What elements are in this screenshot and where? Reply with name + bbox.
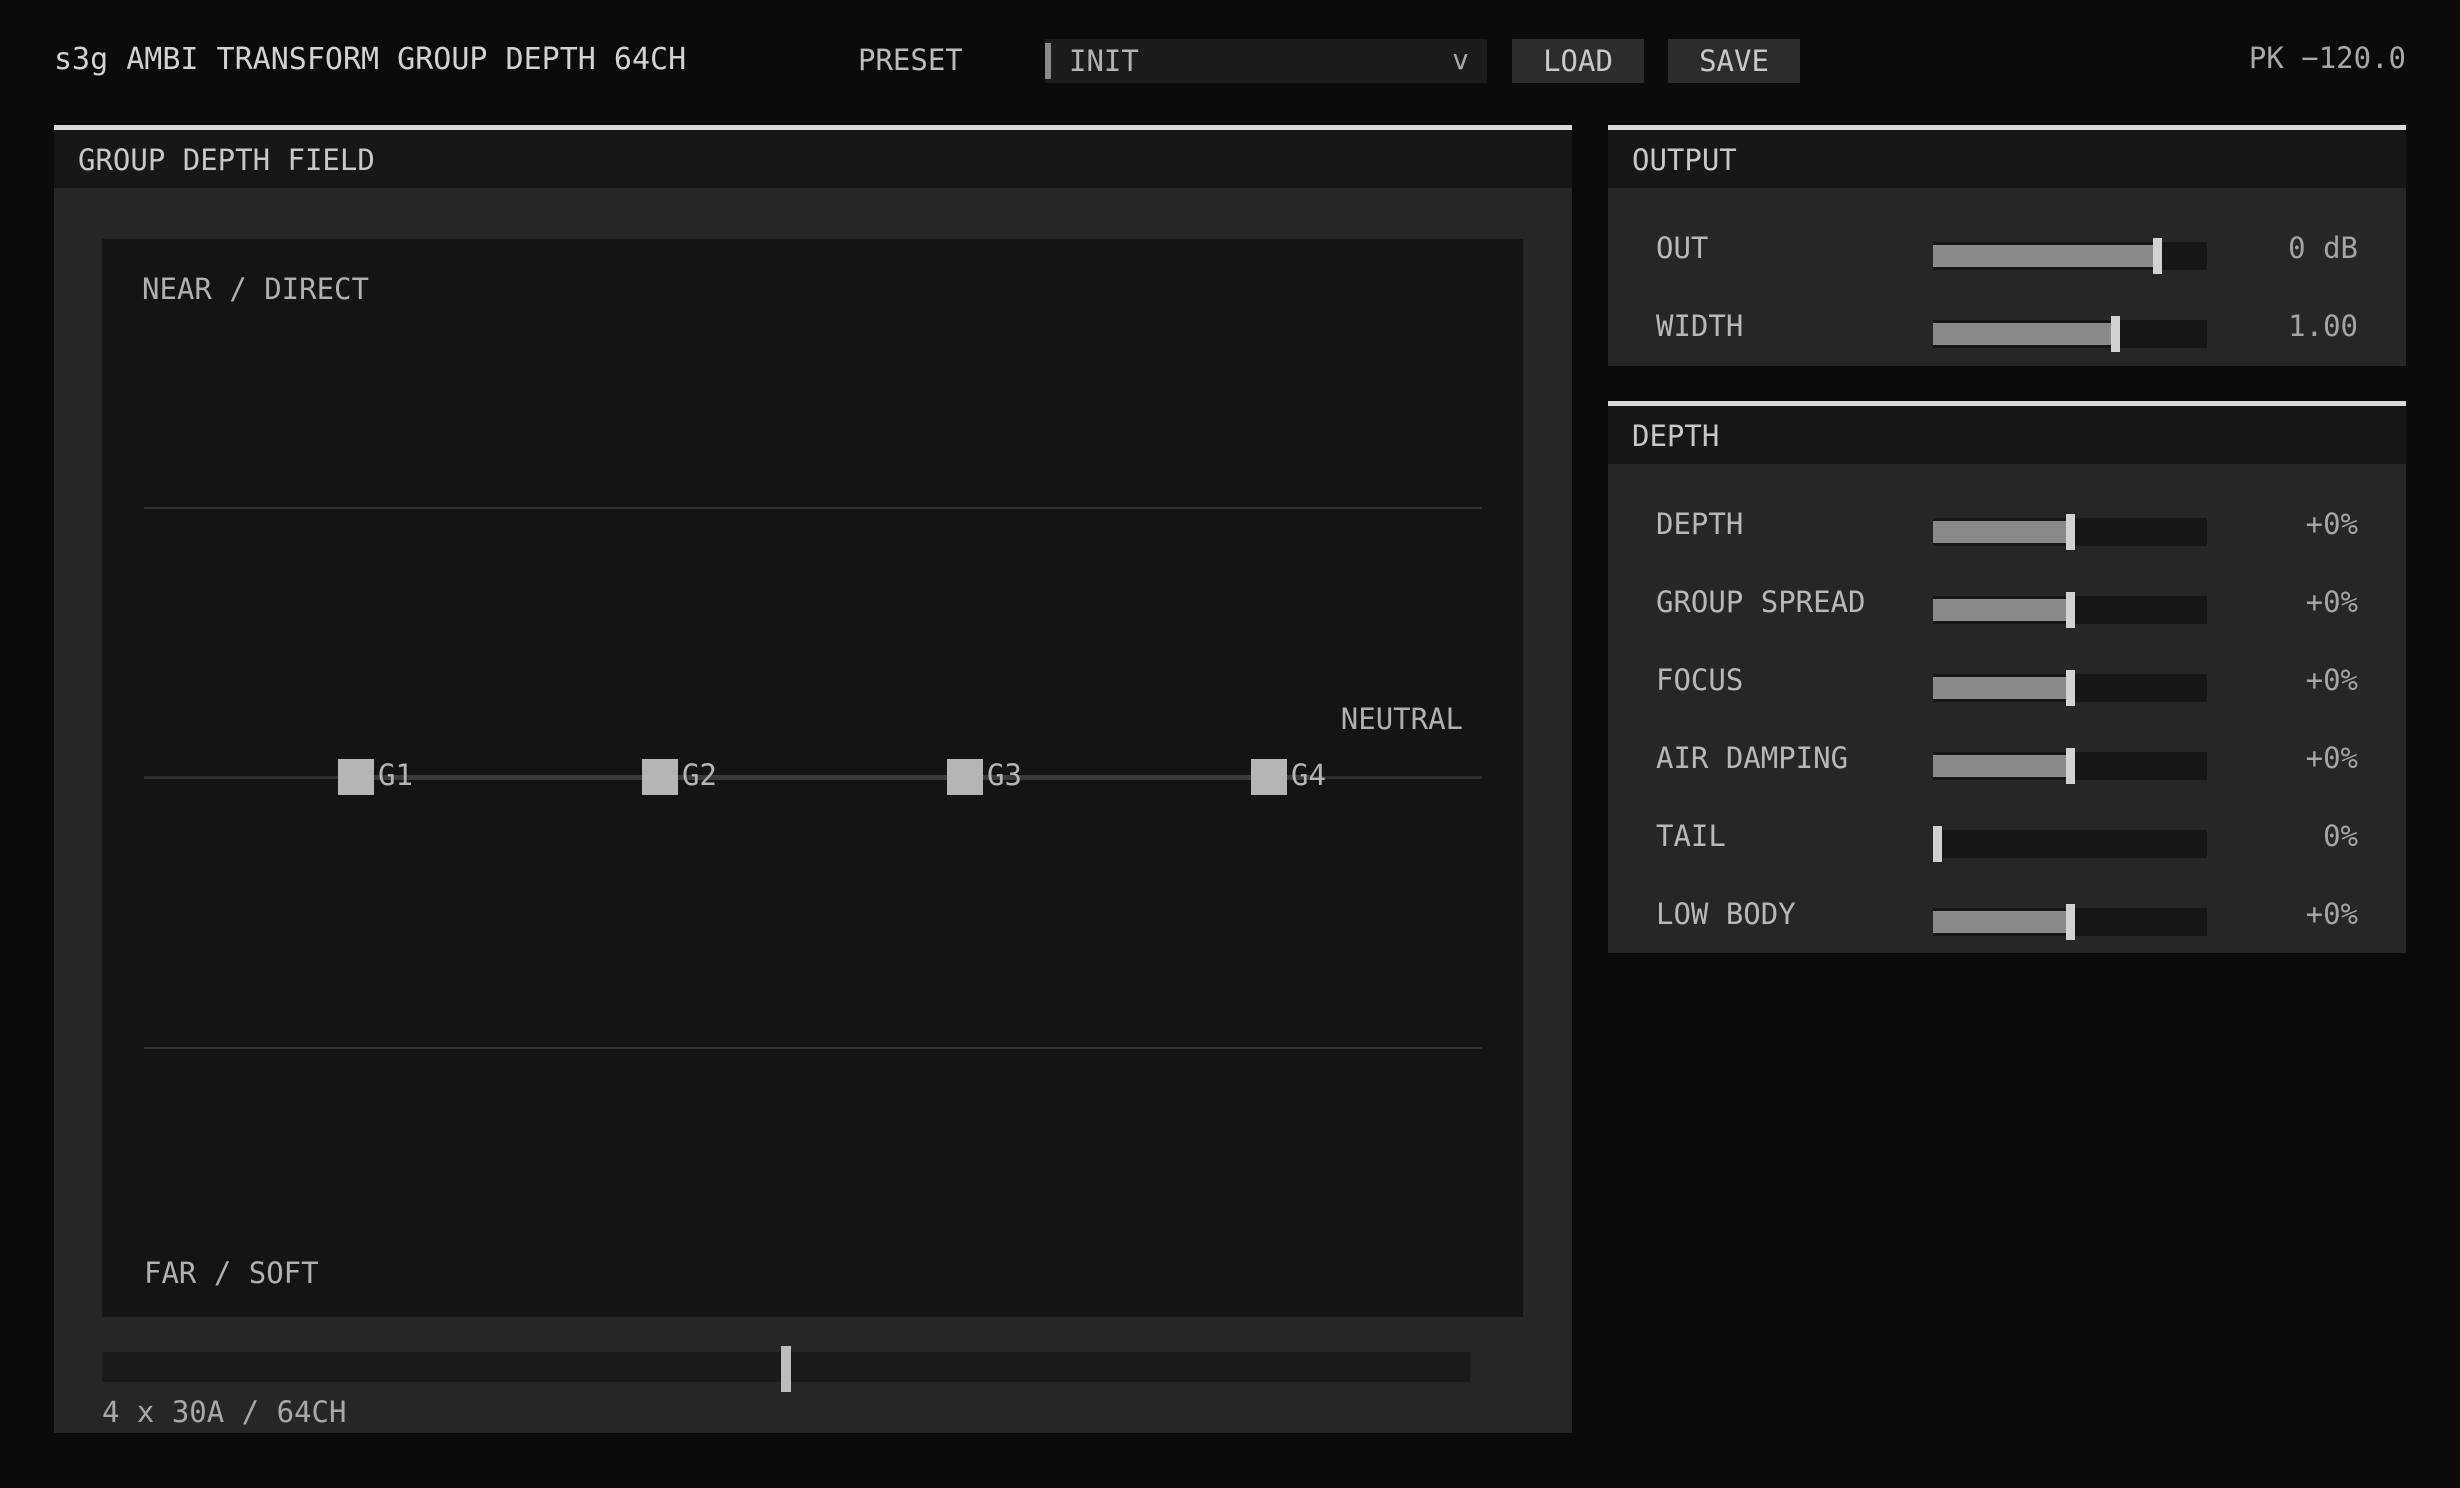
slider-thumb[interactable] bbox=[2111, 316, 2120, 352]
param-value: +0% bbox=[2305, 663, 2358, 697]
near-direct-label: NEAR / DIRECT bbox=[142, 272, 369, 306]
preset-dropdown-value: INIT bbox=[1069, 44, 1139, 78]
app-title: s3g AMBI TRANSFORM GROUP DEPTH 64CH bbox=[54, 42, 687, 77]
panel-title: GROUP DEPTH FIELD bbox=[78, 143, 375, 177]
panel-title: DEPTH bbox=[1632, 419, 1720, 453]
slider-thumb[interactable] bbox=[2066, 904, 2075, 940]
depth-slider[interactable] bbox=[1933, 514, 2207, 550]
panel-title: OUTPUT bbox=[1632, 143, 1737, 177]
slider-thumb[interactable] bbox=[2066, 670, 2075, 706]
out-slider[interactable] bbox=[1933, 238, 2207, 274]
peak-meter-readout: PK −120.0 bbox=[2248, 41, 2406, 75]
group-depth-field-panel: GROUP DEPTH FIELD NEAR / DIRECT NEUTRAL … bbox=[54, 125, 1572, 1433]
depth-field-canvas[interactable]: NEAR / DIRECT NEUTRAL G1 G2 G3 G4 FAR / … bbox=[102, 239, 1523, 1317]
slider-fill bbox=[1933, 245, 2157, 267]
slider-fill bbox=[1933, 911, 2070, 933]
slider-thumb[interactable] bbox=[2066, 748, 2075, 784]
param-value: +0% bbox=[2305, 507, 2358, 541]
far-soft-label: FAR / SOFT bbox=[144, 1256, 319, 1290]
param-value: +0% bbox=[2305, 897, 2358, 931]
group-node-label: G1 bbox=[378, 758, 413, 792]
slider-thumb[interactable] bbox=[2066, 592, 2075, 628]
channel-layout-info: 4 x 30A / 64CH bbox=[102, 1395, 347, 1429]
slider-thumb[interactable] bbox=[2153, 238, 2162, 274]
param-value: +0% bbox=[2305, 741, 2358, 775]
upper-guide-line bbox=[144, 507, 1482, 509]
panel-header: GROUP DEPTH FIELD bbox=[54, 130, 1572, 188]
focus-slider[interactable] bbox=[1933, 670, 2207, 706]
group-node-g4[interactable] bbox=[1251, 759, 1287, 795]
param-row-depth: DEPTH +0% bbox=[1608, 496, 2406, 556]
neutral-label: NEUTRAL bbox=[1340, 702, 1463, 736]
preset-label: PRESET bbox=[858, 43, 963, 77]
load-button[interactable]: LOAD bbox=[1512, 39, 1644, 83]
chevron-down-icon: v bbox=[1452, 43, 1469, 76]
preset-dropdown[interactable]: INIT v bbox=[1045, 39, 1487, 83]
slider-fill bbox=[1933, 755, 2070, 777]
field-scroll-thumb[interactable] bbox=[781, 1346, 791, 1392]
output-panel: OUTPUT OUT 0 dB WIDTH 1.00 bbox=[1608, 125, 2406, 366]
slider-fill bbox=[1933, 521, 2070, 543]
tail-slider[interactable] bbox=[1933, 826, 2207, 862]
panel-header: OUTPUT bbox=[1608, 130, 2406, 188]
param-label: AIR DAMPING bbox=[1656, 741, 1849, 775]
slider-thumb[interactable] bbox=[2066, 514, 2075, 550]
group-node-label: G4 bbox=[1291, 758, 1326, 792]
param-label: FOCUS bbox=[1656, 663, 1744, 697]
slider-fill bbox=[1933, 677, 2070, 699]
param-value: 0 dB bbox=[2288, 231, 2358, 265]
param-label: WIDTH bbox=[1656, 309, 1744, 343]
param-label: DEPTH bbox=[1656, 507, 1744, 541]
preset-dropdown-marker bbox=[1045, 43, 1051, 79]
param-label: LOW BODY bbox=[1656, 897, 1796, 931]
slider-fill bbox=[1933, 599, 2070, 621]
param-label: OUT bbox=[1656, 231, 1709, 265]
param-value: 1.00 bbox=[2288, 309, 2358, 343]
save-button[interactable]: SAVE bbox=[1668, 39, 1800, 83]
param-row-width: WIDTH 1.00 bbox=[1608, 298, 2406, 358]
low-body-slider[interactable] bbox=[1933, 904, 2207, 940]
panel-header: DEPTH bbox=[1608, 406, 2406, 464]
slider-thumb[interactable] bbox=[1933, 826, 1942, 862]
group-node-g1[interactable] bbox=[338, 759, 374, 795]
param-value: 0% bbox=[2323, 819, 2358, 853]
param-row-tail: TAIL 0% bbox=[1608, 808, 2406, 868]
param-row-low-body: LOW BODY +0% bbox=[1608, 886, 2406, 946]
group-node-label: G3 bbox=[987, 758, 1022, 792]
group-node-g3[interactable] bbox=[947, 759, 983, 795]
param-row-focus: FOCUS +0% bbox=[1608, 652, 2406, 712]
param-label: TAIL bbox=[1656, 819, 1726, 853]
width-slider[interactable] bbox=[1933, 316, 2207, 352]
field-scroll-slider[interactable] bbox=[102, 1346, 1470, 1392]
air-damping-slider[interactable] bbox=[1933, 748, 2207, 784]
slider-fill bbox=[1933, 323, 2115, 345]
group-node-g2[interactable] bbox=[642, 759, 678, 795]
param-label: GROUP SPREAD bbox=[1656, 585, 1866, 619]
param-row-out: OUT 0 dB bbox=[1608, 220, 2406, 280]
param-row-group-spread: GROUP SPREAD +0% bbox=[1608, 574, 2406, 634]
group-node-label: G2 bbox=[682, 758, 717, 792]
group-spread-slider[interactable] bbox=[1933, 592, 2207, 628]
param-value: +0% bbox=[2305, 585, 2358, 619]
depth-panel: DEPTH DEPTH +0% GROUP SPREAD +0% FOCUS +… bbox=[1608, 401, 2406, 953]
lower-guide-line bbox=[144, 1047, 1482, 1049]
param-row-air-damping: AIR DAMPING +0% bbox=[1608, 730, 2406, 790]
